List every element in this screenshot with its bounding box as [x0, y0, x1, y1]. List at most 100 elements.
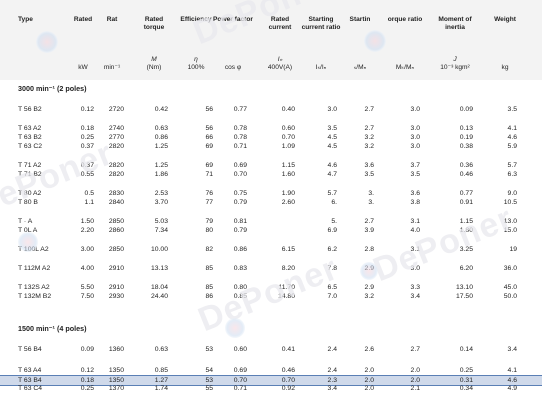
table-row[interactable]: T 63 A4 0.12 1350 0.85 54 0.69 0.46 2.4 2.0 2.0 0.… [0, 366, 542, 375]
header-inertia: Moment of inertia [438, 16, 472, 31]
value-cell-bt: 3.0 [410, 134, 420, 141]
value-cell-eff: 76 [205, 190, 213, 197]
value-cell-pf: 0.75 [233, 190, 247, 197]
header-weight: Weight [494, 16, 516, 23]
value-cell-st: 2.6 [364, 346, 374, 353]
value-cell-pf: 0.85 [233, 293, 247, 300]
motor-type-cell: T 56 B4 [18, 346, 42, 353]
value-cell-torque: 0.86 [154, 134, 168, 141]
value-cell-speed: 2720 [108, 106, 124, 113]
value-cell-inertia: 17.50 [455, 293, 473, 300]
motor-type-cell: T 132M B2 [18, 293, 52, 300]
value-cell-speed: 1360 [108, 346, 124, 353]
header-current-unit: 400V(A) [267, 64, 293, 71]
value-cell-eff: 71 [205, 171, 213, 178]
value-cell-weight: 9.0 [507, 190, 517, 197]
table-row[interactable]: T 56 B2 0.12 2720 0.42 56 0.77 0.40 3.0 2.7 3.0 0.… [0, 105, 542, 114]
value-cell-kw: 3.00 [80, 246, 94, 253]
header-st-unit: ₛ/Mₙ [353, 64, 367, 71]
value-cell-torque: 13.13 [150, 265, 168, 272]
header-inertia-unit: 10⁻³ kgm² [440, 64, 470, 71]
value-cell-torque: 1.25 [154, 143, 168, 150]
table-row[interactable]: T 56 B4 0.09 1360 0.63 53 0.60 0.41 2.4 2.6 2.7 0.… [0, 345, 542, 354]
value-cell-pf: 0.69 [233, 162, 247, 169]
value-cell-current: 2.60 [281, 199, 295, 206]
table-row[interactable]: T 63 B2 0.25 2770 0.86 66 0.78 0.70 4.5 3.2 3.0 0.… [0, 133, 542, 142]
table-row[interactable]: T · A 1.50 2850 5.03 79 0.81 5. 2.7 3.1 1.15 13.0 [0, 217, 542, 226]
table-row[interactable]: T 71 A2 0.37 2820 1.25 69 0.69 1.15 4.6 3.6 3.7 0.… [0, 161, 542, 170]
value-cell-bt: 3.0 [410, 143, 420, 150]
value-cell-speed: 2820 [108, 162, 124, 169]
value-cell-torque: 1.86 [154, 171, 168, 178]
table-row[interactable]: T 0L A 2.20 2860 7.34 80 0.79 6.9 3.9 4.0 1.80 15.… [0, 226, 542, 235]
value-cell-weight: 4.1 [507, 125, 517, 132]
motor-type-cell: T 56 B2 [18, 106, 42, 113]
value-cell-eff: 69 [205, 162, 213, 169]
value-cell-weight: 45.0 [503, 284, 517, 291]
value-cell-weight: 4.9 [507, 385, 517, 392]
table-row[interactable]: T 63 C2 0.37 2820 1.25 69 0.71 1.09 4.5 3.2 3.0 0.… [0, 142, 542, 151]
value-cell-bt: 3.7 [410, 162, 420, 169]
value-cell-st: 2.7 [364, 125, 374, 132]
value-cell-pf: 0.86 [233, 246, 247, 253]
motor-type-cell: T 100L A2 [18, 246, 49, 253]
table-row[interactable]: T 80 A2 0.5 2830 2.53 76 0.75 1.90 5.7 3. 3.6 0.77… [0, 189, 542, 198]
value-cell-kw: 2.20 [80, 227, 94, 234]
value-cell-weight: 10.5 [503, 199, 517, 206]
value-cell-speed: 2740 [108, 125, 124, 132]
value-cell-inertia: 3.25 [459, 246, 473, 253]
value-cell-sc: 6.9 [327, 227, 337, 234]
value-cell-st: 2.9 [364, 284, 374, 291]
value-cell-speed: 2910 [108, 284, 124, 291]
value-cell-eff: 66 [205, 134, 213, 141]
value-cell-speed: 2820 [108, 143, 124, 150]
motor-type-cell: T 63 C2 [18, 143, 43, 150]
value-cell-current: 1.15 [281, 162, 295, 169]
value-cell-kw: 0.55 [80, 171, 94, 178]
value-cell-bt: 3.1 [410, 246, 420, 253]
header-pf-unit: cos φ [224, 64, 242, 71]
value-cell-kw: 1.1 [84, 199, 94, 206]
value-cell-st: 2.7 [364, 106, 374, 113]
table-row[interactable]: T 63 A2 0.18 2740 0.63 56 0.78 0.60 3.5 2.7 3.0 0.… [0, 124, 542, 133]
value-cell-bt: 2.0 [410, 367, 420, 374]
value-cell-weight: 3.5 [507, 106, 517, 113]
value-cell-pf: 0.78 [233, 125, 247, 132]
table-row[interactable]: T 80 B 1.1 2840 3.70 77 0.79 2.60 6. 3. 3.8 0.91 10… [0, 198, 542, 207]
motor-type-cell: T · A [18, 218, 33, 225]
value-cell-st: 3.2 [364, 143, 374, 150]
value-cell-eff: 80 [205, 227, 213, 234]
value-cell-torque: 18.04 [150, 284, 168, 291]
header-inertia-symbol: J [453, 56, 457, 63]
table-row[interactable]: T 112M A2 4.00 2910 13.13 85 0.83 8.20 7.8 2.9 3.… [0, 264, 542, 273]
table-row[interactable]: T 100L A2 3.00 2850 10.00 82 0.86 6.15 6.2 2.8 3.… [0, 245, 542, 254]
table-row[interactable]: T 71 B2 0.55 2820 1.86 71 0.70 1.60 4.7 3.5 3.5 0.… [0, 170, 542, 179]
value-cell-sc: 4.5 [327, 134, 337, 141]
value-cell-st: 3.2 [364, 134, 374, 141]
value-cell-inertia: 0.77 [459, 190, 473, 197]
header-torque: Rated torque [143, 16, 165, 31]
motor-type-cell: T 112M A2 [18, 265, 51, 272]
value-cell-inertia: 0.19 [459, 134, 473, 141]
value-cell-inertia: 0.14 [459, 346, 473, 353]
value-cell-bt: 3.3 [410, 284, 420, 291]
value-cell-sc: 2.4 [327, 346, 337, 353]
value-cell-weight: 50.0 [503, 293, 517, 300]
table-row[interactable]: T 132S A2 5.50 2910 18.04 85 0.80 11.70 6.5 2.9 3… [0, 283, 542, 292]
header-sc-unit: Iₛ/Iₙ [315, 64, 327, 71]
header-eff-symbol: η [194, 56, 198, 63]
value-cell-sc: 6. [331, 199, 337, 206]
value-cell-inertia: 0.36 [459, 162, 473, 169]
table-row[interactable]: T 132M B2 7.50 2930 24.40 86 0.85 14.80 7.0 3.2 3… [0, 292, 542, 301]
value-cell-kw: 0.12 [80, 106, 94, 113]
header-pf: Power factor [213, 16, 253, 23]
value-cell-st: 2.0 [364, 385, 374, 392]
value-cell-eff: 54 [205, 367, 213, 374]
table-row[interactable]: T 63 C4 0.25 1370 1.74 55 0.71 0.92 3.4 2.0 2.1 0.… [0, 384, 542, 393]
motor-data-sheet: Type Rated kW Rat min⁻¹ Rated torque M (Nm) Effi… [0, 0, 542, 400]
value-cell-bt: 3.8 [410, 199, 420, 206]
value-cell-speed: 2840 [108, 199, 124, 206]
value-cell-sc: 2.4 [327, 367, 337, 374]
value-cell-current: 14.80 [277, 293, 295, 300]
value-cell-kw: 7.50 [80, 293, 94, 300]
